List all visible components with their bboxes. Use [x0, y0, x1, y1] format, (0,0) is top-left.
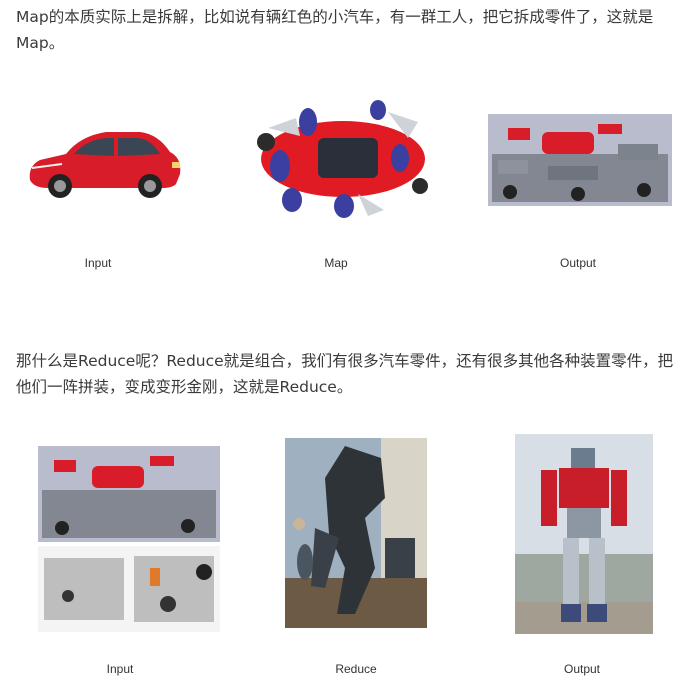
map-paragraph: Map的本质实际上是拆解，比如说有辆红色的小汽车，有一群工人，把它拆成零件了，这…: [16, 8, 654, 52]
map-output-caption: Output: [559, 256, 597, 270]
map-disassembly-image: [248, 98, 434, 220]
reduce-reduce-caption: Reduce: [335, 662, 377, 676]
output-parts-image: [488, 114, 672, 206]
reduce-input-caption: Input: [106, 662, 134, 676]
map-map-caption: Map: [324, 256, 348, 270]
reduce-assembly-image: [285, 438, 427, 628]
reduce-output-robot-image: [515, 434, 653, 634]
reduce-paragraph: 那什么是Reduce呢？Reduce就是组合，我们有很多汽车零件，还有很多其他各…: [16, 352, 674, 396]
map-input-caption: Input: [84, 256, 112, 270]
reduce-output-caption: Output: [563, 662, 601, 676]
reduce-input-parts-image: [38, 446, 220, 632]
input-car-image: [22, 118, 184, 204]
